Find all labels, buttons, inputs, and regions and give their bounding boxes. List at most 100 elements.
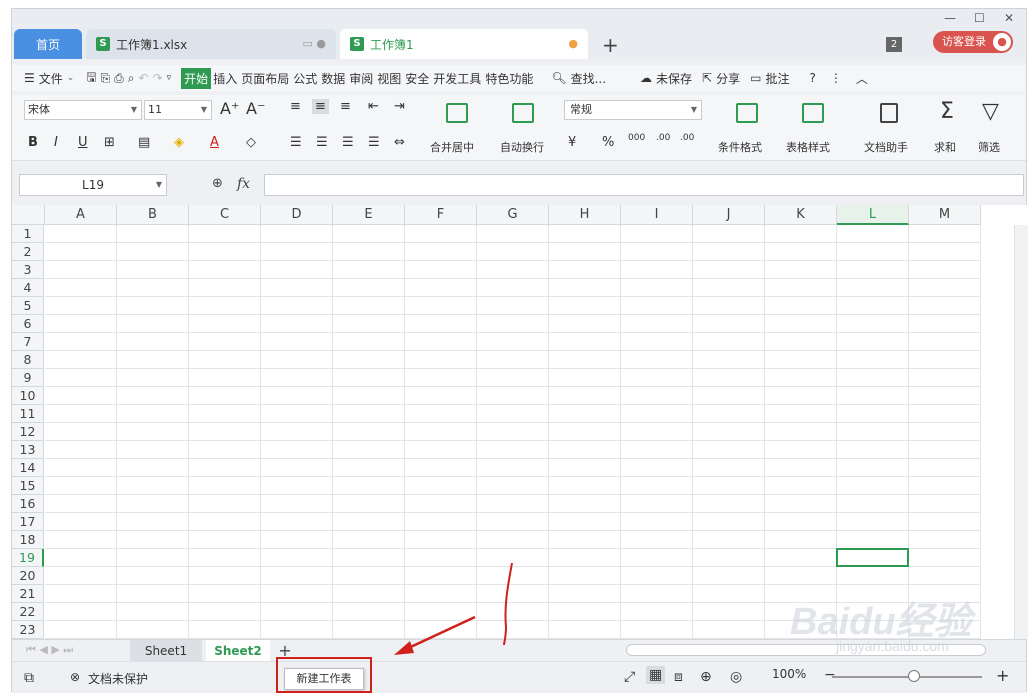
thousands-icon[interactable]: 000 xyxy=(628,133,645,143)
column-header[interactable]: D xyxy=(261,205,333,225)
row-header[interactable]: 18 xyxy=(12,531,44,549)
formula-input[interactable] xyxy=(264,174,1024,196)
column-header[interactable]: K xyxy=(765,205,837,225)
comment-label[interactable]: 批注 xyxy=(763,70,791,87)
row-header[interactable]: 8 xyxy=(12,351,44,369)
menu-view[interactable]: 视图 xyxy=(375,70,403,87)
sheet-nav-icons[interactable]: ⏮ ◀ ▶ ⏭ xyxy=(26,643,73,657)
align-center-icon[interactable]: ☰ xyxy=(316,135,328,150)
row-header[interactable]: 13 xyxy=(12,441,44,459)
redo-icon[interactable]: ↷ xyxy=(151,71,165,85)
row-header[interactable]: 10 xyxy=(12,387,44,405)
print-icon[interactable]: ⎙ xyxy=(112,71,126,86)
wrap-text-icon[interactable] xyxy=(512,103,534,123)
page-break-icon[interactable]: ⧈ xyxy=(674,669,683,685)
indent-decrease-icon[interactable]: ⇤ xyxy=(368,99,379,114)
font-size-select[interactable]: 11 ▼ xyxy=(144,100,212,120)
eye-icon[interactable]: ◎ xyxy=(730,669,742,685)
maximize-icon[interactable]: ☐ xyxy=(974,11,985,25)
font-family-select[interactable]: 宋体 ▼ xyxy=(24,100,142,120)
zoom-in-icon[interactable]: + xyxy=(996,666,1009,685)
bold-icon[interactable]: B xyxy=(28,135,38,150)
column-header[interactable]: J xyxy=(693,205,765,225)
sheet-tab-sheet1[interactable]: Sheet1 xyxy=(130,640,202,662)
print-preview-icon[interactable]: ⌕ xyxy=(126,71,137,86)
row-header[interactable]: 4 xyxy=(12,279,44,297)
increase-decimal-icon[interactable]: .00 xyxy=(656,133,670,143)
search-label[interactable]: 查找... xyxy=(569,70,608,87)
column-header[interactable]: M xyxy=(909,205,981,225)
conditional-format-icon[interactable] xyxy=(736,103,758,123)
fill-color-icon[interactable]: ◈ xyxy=(174,135,184,150)
select-all-corner[interactable] xyxy=(12,205,45,225)
justify-icon[interactable]: ☰ xyxy=(368,135,380,150)
menu-insert[interactable]: 插入 xyxy=(211,70,239,87)
merge-center-button[interactable]: 合并居中 xyxy=(430,139,474,155)
eraser-icon[interactable]: ◇ xyxy=(246,135,256,150)
merge-center-icon[interactable] xyxy=(446,103,468,123)
font-color-icon[interactable]: A xyxy=(210,135,219,150)
column-header[interactable]: H xyxy=(549,205,621,225)
column-header[interactable]: L xyxy=(837,205,909,225)
reading-mode-icon[interactable]: ⊕ xyxy=(700,669,712,685)
row-header[interactable]: 7 xyxy=(12,333,44,351)
column-header[interactable]: B xyxy=(117,205,189,225)
column-header[interactable]: G xyxy=(477,205,549,225)
row-header[interactable]: 2 xyxy=(12,243,44,261)
align-left-icon[interactable]: ☰ xyxy=(290,135,302,150)
menu-special[interactable]: 特色功能 xyxy=(483,70,535,87)
row-header[interactable]: 17 xyxy=(12,513,44,531)
menu-developer[interactable]: 开发工具 xyxy=(431,70,483,87)
share-icon[interactable]: ⇱ xyxy=(700,71,714,85)
row-header[interactable]: 9 xyxy=(12,369,44,387)
doc-helper-icon[interactable] xyxy=(880,103,898,123)
align-middle-icon[interactable]: ≡ xyxy=(312,99,329,114)
italic-icon[interactable]: I xyxy=(54,135,58,150)
zoom-out-icon[interactable]: − xyxy=(824,667,836,683)
menu-data[interactable]: 数据 xyxy=(319,70,347,87)
row-header[interactable]: 5 xyxy=(12,297,44,315)
sum-button[interactable]: 求和 xyxy=(934,139,956,155)
zoom-level[interactable]: 100% xyxy=(772,667,806,681)
collapse-ribbon-icon[interactable]: ︿ xyxy=(854,70,870,87)
login-button[interactable]: 访客登录 ● xyxy=(933,31,1013,53)
tab-home[interactable]: 首页 xyxy=(14,29,82,59)
unsaved-label[interactable]: 未保存 xyxy=(654,70,694,87)
unsaved-dot-icon[interactable]: ● xyxy=(568,37,578,50)
vertical-scrollbar[interactable] xyxy=(1014,225,1028,639)
filter-button[interactable]: 筛选 xyxy=(978,139,1000,155)
row-header[interactable]: 19 xyxy=(12,549,44,567)
more-options-icon[interactable]: ⋮ xyxy=(828,71,844,85)
column-header[interactable]: A xyxy=(45,205,117,225)
fullscreen-icon[interactable]: ⤢ xyxy=(624,669,635,685)
row-header[interactable]: 15 xyxy=(12,477,44,495)
number-format-select[interactable]: 常规 ▼ xyxy=(564,100,702,120)
row-header[interactable]: 3 xyxy=(12,261,44,279)
column-header[interactable]: I xyxy=(621,205,693,225)
indent-increase-icon[interactable]: ⇥ xyxy=(394,99,405,114)
decrease-font-icon[interactable]: A⁻ xyxy=(246,99,265,118)
search-icon[interactable]: 🔍︎ xyxy=(549,71,568,85)
distribute-icon[interactable]: ⇔ xyxy=(394,135,405,150)
percent-icon[interactable]: % xyxy=(602,135,614,150)
increase-font-icon[interactable]: A⁺ xyxy=(220,99,239,118)
more-icon[interactable]: ▿ xyxy=(165,73,174,83)
normal-view-icon[interactable]: ▦ xyxy=(646,666,666,684)
help-icon[interactable]: ? xyxy=(807,71,817,85)
undo-icon[interactable]: ↶ xyxy=(137,71,151,85)
menu-formula[interactable]: 公式 xyxy=(291,70,319,87)
menu-security[interactable]: 安全 xyxy=(403,70,431,87)
close-icon[interactable]: ✕ xyxy=(1004,11,1014,25)
conditional-format-button[interactable]: 条件格式 xyxy=(718,139,762,155)
active-cell[interactable] xyxy=(836,548,909,567)
hamburger-icon[interactable]: ☰ xyxy=(22,71,37,85)
decrease-decimal-icon[interactable]: .00 xyxy=(680,133,694,143)
table-style-icon[interactable] xyxy=(802,103,824,123)
window-count-badge[interactable]: 2 xyxy=(886,37,902,52)
zoom-slider-track[interactable] xyxy=(832,676,982,678)
align-bottom-icon[interactable]: ≡ xyxy=(340,99,351,114)
row-header[interactable]: 16 xyxy=(12,495,44,513)
menu-start[interactable]: 开始 xyxy=(181,67,212,89)
function-icon[interactable]: fx xyxy=(237,176,250,192)
tab-workbook-active[interactable]: S 工作簿1 ● xyxy=(340,29,588,59)
